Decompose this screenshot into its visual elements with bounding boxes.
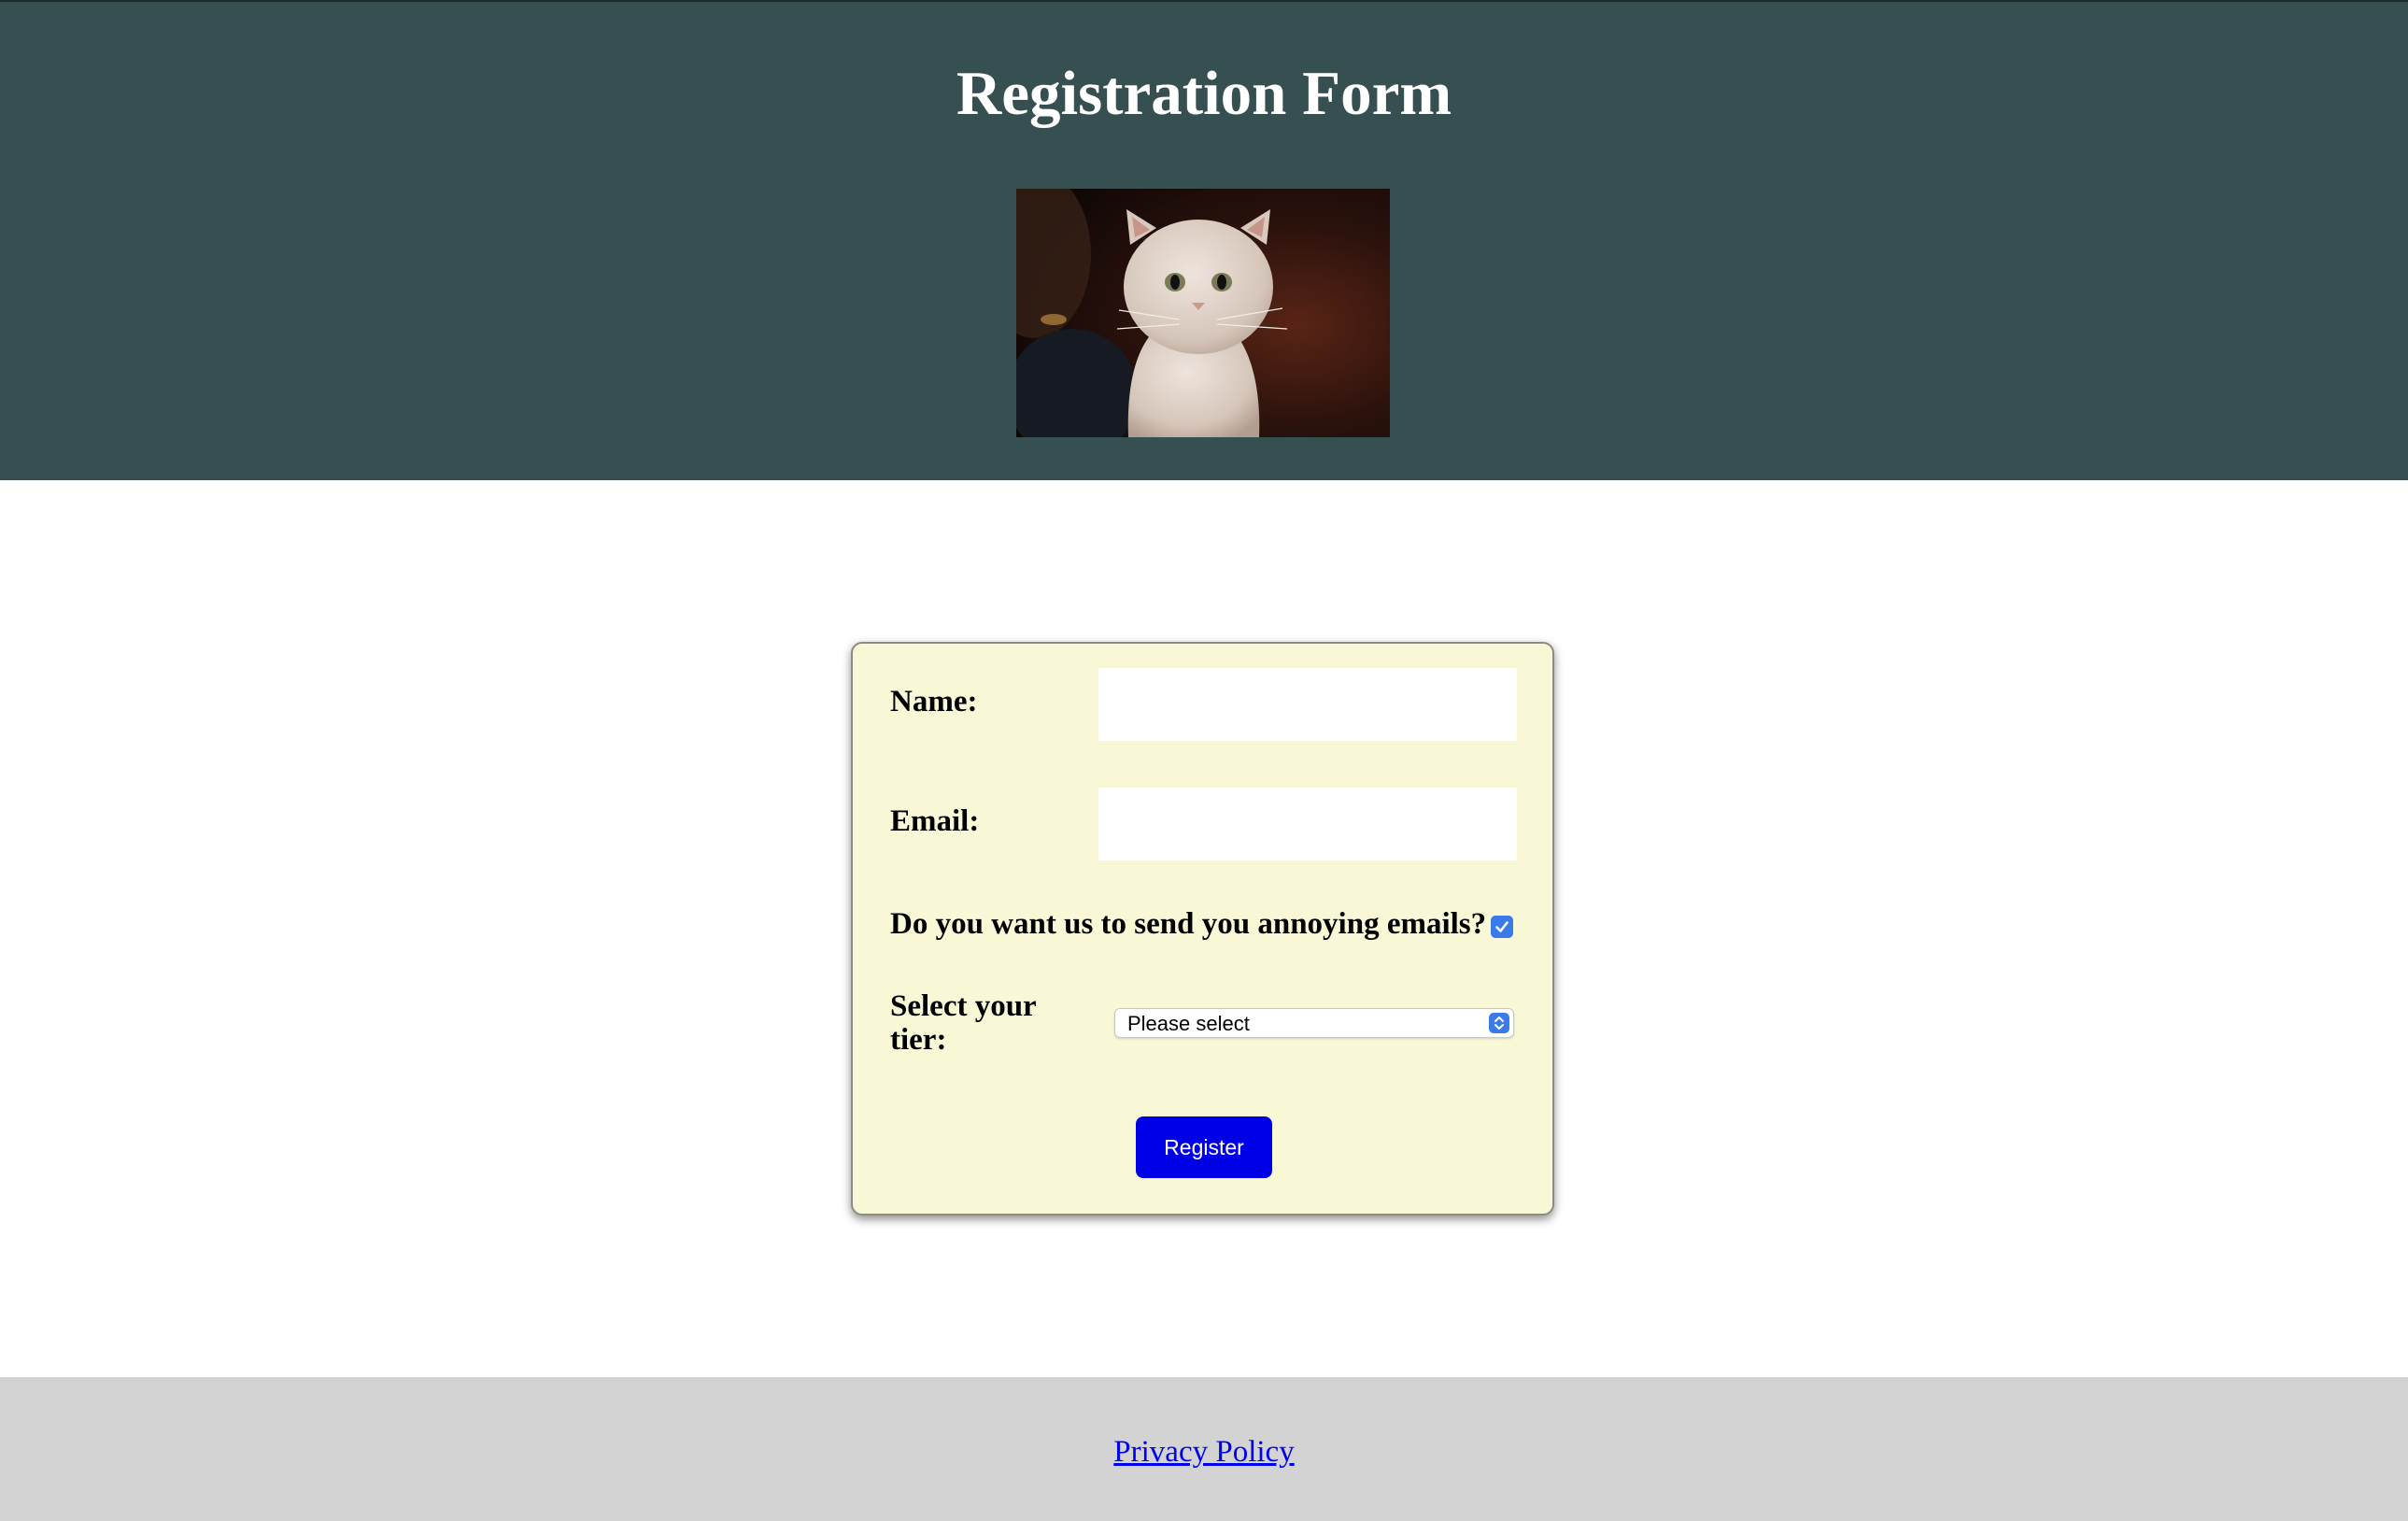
tier-select-value: Please select (1127, 1012, 1250, 1035)
page-title: Registration Form (956, 59, 1452, 128)
annoying-emails-checkbox[interactable] (1491, 916, 1513, 938)
email-label: Email: (890, 804, 980, 838)
tier-label: Select your tier: (890, 989, 1037, 1057)
checkmark-icon (1495, 921, 1509, 932)
site-header: Registration Form (0, 0, 2408, 480)
site-footer: Privacy Policy (0, 1377, 2408, 1521)
name-label: Name: (890, 685, 978, 718)
register-button[interactable]: Register (1136, 1116, 1272, 1178)
privacy-policy-link[interactable]: Privacy Policy (0, 1433, 2408, 1471)
kitten-image (1016, 189, 1390, 437)
registration-form: Name: Email: Do you want us to send you … (851, 642, 1554, 1215)
email-input[interactable] (1098, 788, 1517, 860)
select-arrows-icon (1489, 1013, 1509, 1033)
name-input[interactable] (1098, 668, 1517, 741)
tier-select[interactable]: Please select (1114, 1008, 1514, 1038)
annoying-emails-label: Do you want us to send you annoying emai… (890, 907, 1487, 941)
kitten-illustration (1016, 189, 1390, 437)
